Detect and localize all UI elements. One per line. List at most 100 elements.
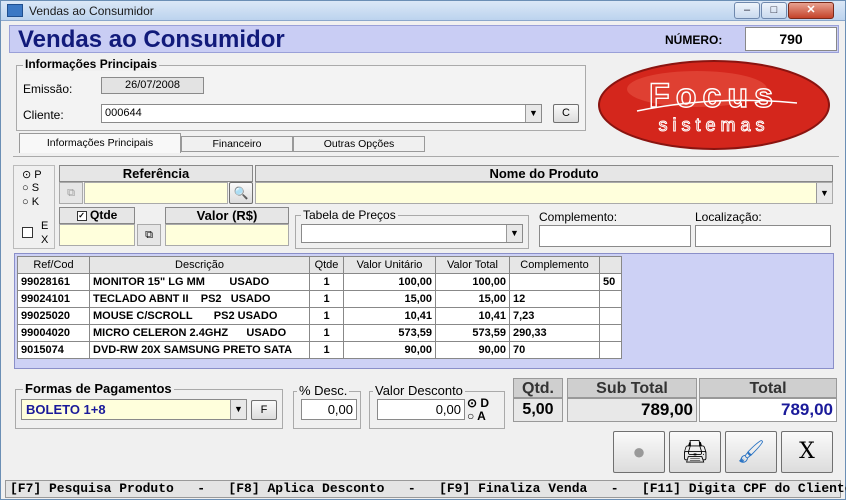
table-cell[interactable]: 7,23 (509, 307, 600, 325)
col-header-valor-unitario[interactable]: Valor Unitário (343, 256, 436, 274)
radio-a[interactable]: ○ A (467, 409, 486, 423)
table-cell[interactable]: 10,41 (343, 307, 436, 325)
table-cell[interactable]: MONITOR 15" LG MM USADO (89, 273, 310, 291)
table-cell[interactable]: MOUSE C/SCROLL PS2 USADO (89, 307, 310, 325)
clear-button[interactable]: 🖌 (725, 431, 777, 473)
chevron-down-icon[interactable]: ▼ (525, 105, 541, 122)
table-cell[interactable]: 1 (309, 307, 344, 325)
col-header-qtde[interactable]: Qtde (309, 256, 344, 274)
nome-produto-select[interactable]: ▼ (255, 182, 833, 204)
complemento-input[interactable] (539, 225, 691, 247)
table-cell[interactable]: DVD-RW 20X SAMSUNG PRETO SATA (89, 341, 310, 359)
table-cell[interactable]: TECLADO ABNT II PS2 USADO (89, 290, 310, 308)
close-form-button[interactable]: X (781, 431, 833, 473)
col-header-descricao[interactable]: Descrição (89, 256, 310, 274)
table-cell[interactable]: 99028161 (17, 273, 90, 291)
referencia-input[interactable] (84, 182, 228, 204)
chevron-down-icon[interactable]: ▼ (816, 183, 832, 203)
table-cell[interactable]: 90,00 (343, 341, 436, 359)
copy-icon[interactable]: ⧉ (59, 182, 83, 204)
radio-k[interactable]: ○ K (22, 196, 39, 208)
tab-informacoes-principais[interactable]: Informações Principais (19, 133, 181, 153)
table-cell[interactable]: 99024101 (17, 290, 90, 308)
app-window: Vendas ao Consumidor – □ ✕ Vendas ao Con… (0, 0, 846, 500)
minimize-button[interactable]: – (734, 2, 760, 19)
table-cell[interactable]: 12 (509, 290, 600, 308)
radio-p[interactable]: ⊙ P (22, 168, 42, 181)
maximize-button[interactable]: □ (761, 2, 787, 19)
formas-pagamento-select[interactable]: BOLETO 1+8 ▼ (21, 399, 247, 420)
brush-icon: 🖌 (737, 439, 765, 464)
print-button[interactable]: 🖨 (669, 431, 721, 473)
chevron-down-icon[interactable]: ▼ (230, 400, 246, 419)
formas-pagamento-button[interactable]: F (251, 400, 277, 420)
table-cell[interactable]: 290,33 (509, 324, 600, 342)
cliente-label: Cliente: (23, 108, 64, 122)
search-icon[interactable]: 🔍 (229, 182, 253, 204)
table-row[interactable]: 99028161 MONITOR 15" LG MM USADO 1 100,00 10… (17, 273, 622, 291)
table-cell[interactable]: 1 (309, 324, 344, 342)
page-title: Vendas ao Consumidor (18, 26, 285, 53)
table-row[interactable]: 99025020 MOUSE C/SCROLL PS2 USADO 1 10,41 10… (17, 307, 622, 325)
table-cell[interactable] (599, 324, 622, 342)
table-cell[interactable] (599, 290, 622, 308)
cliente-select[interactable]: 000644 ▼ (101, 104, 542, 123)
table-cell[interactable]: 100,00 (435, 273, 510, 291)
ex-checkbox[interactable] (22, 227, 33, 238)
table-cell[interactable]: 1 (309, 290, 344, 308)
col-header-ref[interactable]: Ref/Cod (17, 256, 90, 274)
close-window-button[interactable]: ✕ (788, 2, 834, 19)
localizacao-input[interactable] (695, 225, 831, 247)
table-cell[interactable] (599, 341, 622, 359)
table-cell[interactable]: 10,41 (435, 307, 510, 325)
table-cell[interactable]: 1 (309, 341, 344, 359)
table-row[interactable]: 99024101 TECLADO ABNT II PS2 USADO 1 15,00 1… (17, 290, 622, 308)
divider (13, 156, 839, 157)
localizacao-label: Localização: (695, 210, 762, 224)
col-header-extra[interactable] (599, 256, 622, 274)
valor-desconto-input[interactable]: 0,00 (377, 399, 465, 420)
col-header-valor-total[interactable]: Valor Total (435, 256, 510, 274)
numero-field[interactable]: 790 (745, 27, 837, 51)
qtde-checkbox[interactable]: ✓ (76, 210, 87, 221)
table-cell[interactable]: 70 (509, 341, 600, 359)
cliente-search-button[interactable]: C (553, 104, 579, 123)
emissao-field[interactable]: 26/07/2008 (101, 77, 204, 94)
qtd-total-label: Qtd. (513, 378, 563, 398)
radio-d[interactable]: ⊙ D (467, 396, 489, 410)
table-cell[interactable]: 1 (309, 273, 344, 291)
cancel-item-button[interactable]: ● (613, 431, 665, 473)
table-cell[interactable] (599, 307, 622, 325)
logo-line2: sistemas (658, 115, 769, 135)
tabela-precos-select[interactable]: ▼ (301, 224, 523, 243)
valor-input[interactable] (165, 224, 289, 246)
chevron-down-icon[interactable]: ▼ (506, 225, 522, 242)
tab-financeiro[interactable]: Financeiro (181, 136, 293, 152)
table-cell[interactable]: 9015074 (17, 341, 90, 359)
ex-label-e: E (41, 220, 49, 232)
paste-icon[interactable]: ⧉ (137, 224, 161, 246)
table-cell[interactable]: 15,00 (343, 290, 436, 308)
table-cell[interactable]: 50 (599, 273, 622, 291)
tab-outras-opcoes[interactable]: Outras Opções (293, 136, 425, 152)
table-cell[interactable]: 573,59 (435, 324, 510, 342)
subtotal-label: Sub Total (567, 378, 697, 398)
rock-icon: ● (632, 439, 646, 464)
table-cell[interactable]: 100,00 (343, 273, 436, 291)
info-group: Informações Principais Emissão: 26/07/20… (16, 57, 586, 131)
table-cell[interactable]: 99004020 (17, 324, 90, 342)
shortcut-status-bar: [F7] Pesquisa Produto - [F8] Aplica Desc… (5, 480, 846, 498)
table-cell[interactable]: MICRO CELERON 2.4GHZ USADO (89, 324, 310, 342)
title-bar[interactable]: Vendas ao Consumidor – □ ✕ (1, 1, 845, 21)
col-header-complemento[interactable]: Complemento (509, 256, 600, 274)
radio-s[interactable]: ○ S (22, 182, 39, 194)
table-row[interactable]: 9015074 DVD-RW 20X SAMSUNG PRETO SATA 1 90,… (17, 341, 622, 359)
desc-pct-input[interactable]: 0,00 (301, 399, 357, 420)
table-cell[interactable]: 573,59 (343, 324, 436, 342)
table-cell[interactable]: 90,00 (435, 341, 510, 359)
table-cell[interactable]: 99025020 (17, 307, 90, 325)
table-cell[interactable] (509, 273, 600, 291)
qtde-input[interactable] (59, 224, 135, 246)
table-row[interactable]: 99004020 MICRO CELERON 2.4GHZ USADO 1 573,5… (17, 324, 622, 342)
table-cell[interactable]: 15,00 (435, 290, 510, 308)
